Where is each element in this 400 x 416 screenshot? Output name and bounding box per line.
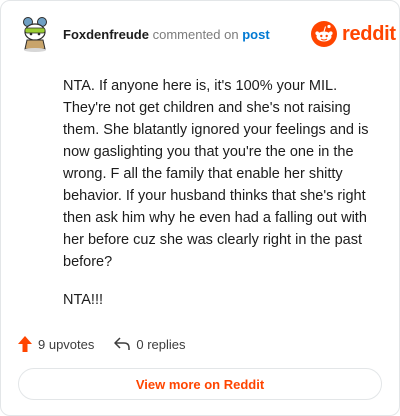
author-name[interactable]: Foxdenfreude (63, 27, 149, 42)
comment-paragraph: NTA. If anyone here is, it's 100% your M… (63, 78, 369, 270)
reddit-logo[interactable]: reddit (311, 21, 396, 47)
avatar[interactable] (20, 15, 50, 53)
comment-action-text: commented on (152, 27, 239, 42)
upvote-count: 9 upvotes (38, 336, 95, 352)
reddit-wordmark: reddit (342, 22, 396, 45)
comment-paragraph: NTA!!! (63, 292, 104, 308)
reply-stat[interactable]: 0 replies (114, 336, 186, 352)
upvote-arrow-icon (18, 336, 32, 352)
reply-count: 0 replies (136, 336, 186, 352)
upvote-stat[interactable]: 9 upvotes (18, 336, 94, 352)
comment-body: NTA. If anyone here is, it's 100% your M… (63, 75, 383, 327)
snoo-avatar-icon (23, 17, 47, 52)
comment-footer: 9 upvotes 0 replies (18, 334, 186, 354)
reply-arrow-icon (114, 337, 131, 350)
reddit-logo-icon (311, 21, 337, 47)
comment-header: Foxdenfreude commented on post (63, 27, 270, 42)
comment-embed-card: Foxdenfreude commented on post reddit NT… (0, 0, 400, 416)
post-link[interactable]: post (242, 27, 269, 42)
view-more-button[interactable]: View more on Reddit (18, 368, 382, 400)
